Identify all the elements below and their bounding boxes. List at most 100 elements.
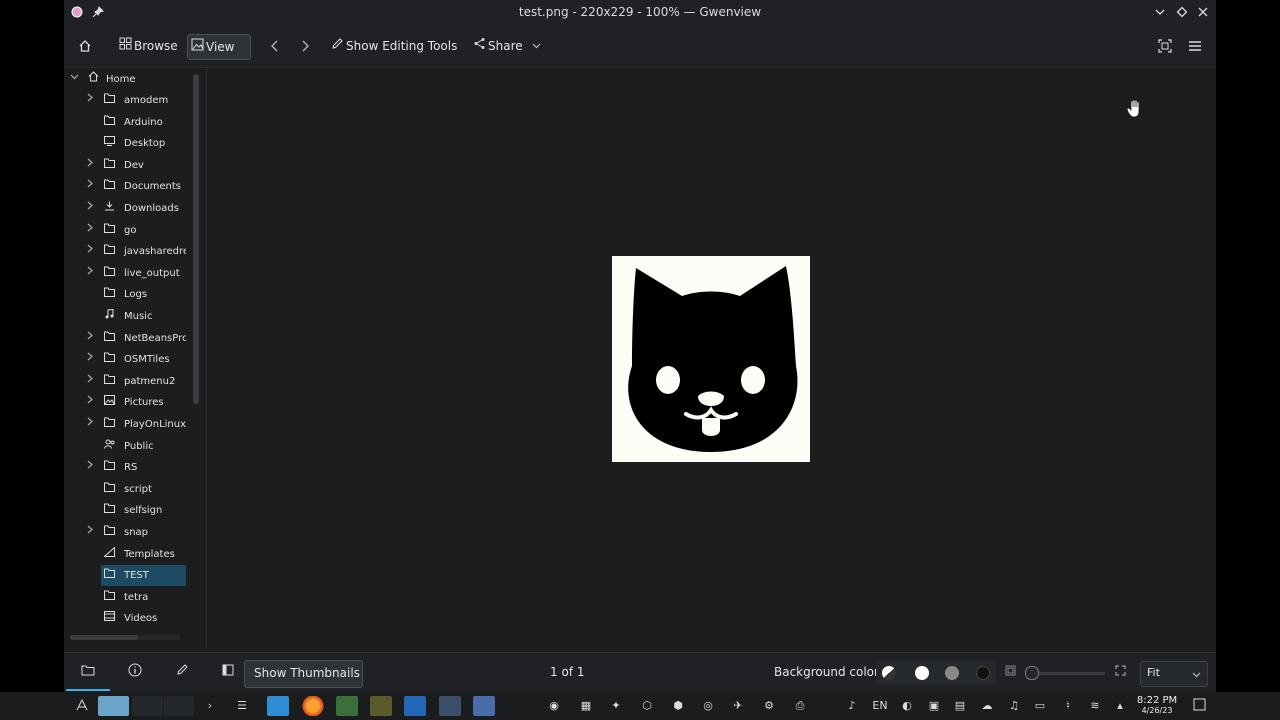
chevron-right-icon[interactable] <box>86 414 96 435</box>
show-editing-tools-button[interactable]: Show Editing Tools <box>328 34 458 58</box>
firefox-task-icon[interactable] <box>302 696 324 716</box>
show-thumbnails-button[interactable]: Show Thumbnails <box>244 660 363 688</box>
sidebar-horizontal-scrollbar[interactable] <box>70 635 138 640</box>
tree-item[interactable]: OSMTiles <box>64 349 186 370</box>
tree-item[interactable]: Documents <box>64 176 186 197</box>
toggle-sidebar-button[interactable] <box>218 663 238 683</box>
tree-item[interactable]: live_output <box>64 263 186 284</box>
dark-background-button[interactable] <box>976 666 990 680</box>
zoom-slider-handle[interactable] <box>1025 666 1039 680</box>
chevron-right-icon[interactable] <box>86 392 96 413</box>
tray-app-7-icon[interactable]: ✈ <box>730 698 746 714</box>
tree-item[interactable]: snap <box>64 522 186 543</box>
tree-item[interactable]: RS <box>64 457 186 478</box>
virtual-desktop-2[interactable] <box>132 696 163 716</box>
tree-item[interactable]: patmenu2 <box>64 371 186 392</box>
chevron-right-icon[interactable] <box>86 176 96 197</box>
chevron-right-icon[interactable] <box>86 220 96 241</box>
tree-item[interactable]: Desktop <box>64 133 186 154</box>
tree-item[interactable]: javasharedre <box>64 241 186 262</box>
next-button[interactable] <box>296 34 314 58</box>
minimize-icon[interactable] <box>1153 6 1167 20</box>
light-background-button[interactable] <box>915 666 929 680</box>
tree-item[interactable]: Arduino <box>64 112 186 133</box>
file-manager-task-icon[interactable] <box>267 696 289 716</box>
tree-item[interactable]: TEST <box>101 565 186 587</box>
notifications-icon[interactable]: ♪ <box>844 698 860 714</box>
chevron-right-icon[interactable] <box>86 90 96 111</box>
browse-button[interactable]: Browse <box>116 34 182 58</box>
settings-app-icon[interactable]: ☰ <box>234 698 250 714</box>
tray-app-1-icon[interactable]: ◉ <box>546 698 562 714</box>
operations-tab-button[interactable] <box>172 663 192 683</box>
folders-tab-button[interactable] <box>78 663 98 683</box>
tray-app-6-icon[interactable]: ◎ <box>700 698 716 714</box>
network-monitor-icon[interactable]: ◐ <box>899 698 915 714</box>
chevron-right-icon[interactable] <box>86 241 96 262</box>
share-button[interactable]: Share <box>470 34 544 58</box>
volume-icon[interactable]: ♫ <box>1006 698 1022 714</box>
clock[interactable]: 8:22 PM 4/26/23 <box>1134 696 1180 716</box>
tray-app-3-icon[interactable]: ✦ <box>608 698 624 714</box>
hamburger-menu-button[interactable] <box>1186 34 1204 58</box>
chevron-right-icon[interactable] <box>86 457 96 478</box>
wifi-icon[interactable]: ≋ <box>1087 698 1103 714</box>
tree-item[interactable]: script <box>64 479 186 500</box>
chevron-right-icon[interactable] <box>86 349 96 370</box>
gwenview-task-icon[interactable] <box>473 696 495 716</box>
chevron-right-icon[interactable] <box>86 328 96 349</box>
tree-item[interactable]: NetBeansPro <box>64 328 186 349</box>
maximize-icon[interactable] <box>1175 6 1189 20</box>
clipboard-icon[interactable]: ▤ <box>952 698 968 714</box>
ide-task-icon[interactable] <box>404 696 426 716</box>
tree-item[interactable]: Pictures <box>64 392 186 413</box>
battery-icon[interactable]: ▭ <box>1032 698 1048 714</box>
chevron-right-icon[interactable] <box>86 371 96 392</box>
tree-item[interactable]: tetra <box>64 587 186 608</box>
cat-face-image[interactable] <box>612 256 810 462</box>
zoom-out-button[interactable] <box>1000 663 1020 683</box>
terminal-task-icon[interactable] <box>336 696 358 716</box>
tree-item[interactable]: amodem <box>64 90 186 111</box>
chevron-right-icon[interactable] <box>86 198 96 219</box>
view-button[interactable]: View <box>187 34 251 60</box>
tree-item[interactable]: Templates <box>64 544 186 565</box>
app-launcher-icon[interactable] <box>74 698 90 714</box>
keyboard-layout[interactable]: EN <box>870 698 890 714</box>
tray-app-9-icon[interactable]: ⎙ <box>792 698 808 714</box>
auto-background-button[interactable] <box>882 666 896 680</box>
tray-app-2-icon[interactable]: ▦ <box>578 698 594 714</box>
microphone-icon[interactable]: ♮ <box>1060 698 1076 714</box>
tree-item[interactable]: Logs <box>64 284 186 305</box>
close-icon[interactable] <box>1196 6 1210 20</box>
show-desktop-icon[interactable] <box>1191 698 1207 714</box>
virtual-desktop-1[interactable] <box>98 696 129 716</box>
tray-expand-icon[interactable]: ▴ <box>1112 698 1128 714</box>
zoom-in-button[interactable] <box>1110 663 1130 683</box>
information-tab-button[interactable] <box>125 663 145 683</box>
previous-button[interactable] <box>266 34 284 58</box>
screenshot-tray-icon[interactable]: ▣ <box>926 698 942 714</box>
system-monitor-task-icon[interactable] <box>439 696 461 716</box>
tray-app-4-icon[interactable]: ⬡ <box>639 698 655 714</box>
zoom-select[interactable]: Fit <box>1140 661 1208 687</box>
code-editor-task-icon[interactable] <box>370 696 392 716</box>
chevron-right-icon[interactable] <box>86 155 96 176</box>
home-button[interactable] <box>74 34 96 58</box>
neutral-background-button[interactable] <box>945 666 959 680</box>
chevron-down-icon[interactable] <box>70 69 79 90</box>
tree-item[interactable]: PlayOnLinux' <box>64 414 186 435</box>
chevron-right-icon[interactable]: › <box>202 698 218 714</box>
fullscreen-button[interactable] <box>1156 34 1174 58</box>
tree-item[interactable]: go <box>64 220 186 241</box>
tree-item[interactable]: Public <box>64 436 186 457</box>
tray-app-5-icon[interactable]: ⬢ <box>670 698 686 714</box>
chevron-right-icon[interactable] <box>86 263 96 284</box>
tree-item[interactable]: Dev <box>64 155 186 176</box>
tray-app-8-icon[interactable]: ⚙ <box>761 698 777 714</box>
virtual-desktop-3[interactable] <box>164 696 194 716</box>
tree-item[interactable]: Videos <box>64 608 186 629</box>
tree-item[interactable]: Music <box>64 306 186 327</box>
tree-item-home[interactable]: Home <box>64 69 186 90</box>
image-viewer[interactable] <box>207 68 1216 648</box>
